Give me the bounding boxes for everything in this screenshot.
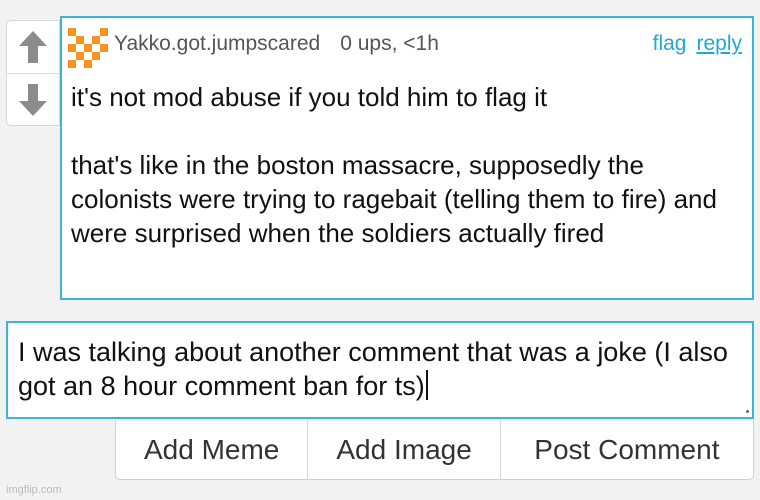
arrow-down-icon	[19, 84, 47, 116]
username-link[interactable]: Yakko.got.jumpscared	[114, 32, 320, 56]
comment: Yakko.got.jumpscared 0 ups, <1h flag rep…	[60, 16, 754, 300]
add-meme-button[interactable]: Add Meme	[116, 420, 309, 479]
flag-link[interactable]: flag	[653, 32, 687, 56]
comment-meta: Yakko.got.jumpscared 0 ups, <1h	[114, 32, 439, 62]
comment-stats: 0 ups, <1h	[340, 32, 439, 55]
user-avatar[interactable]	[68, 28, 108, 68]
reply-link[interactable]: reply	[696, 32, 742, 56]
comment-body: it's not mod abuse if you told him to fl…	[71, 82, 717, 248]
vote-box	[6, 20, 60, 126]
comment-actions: flag reply	[653, 32, 742, 56]
post-comment-button[interactable]: Post Comment	[501, 420, 753, 479]
upvote-button[interactable]	[7, 21, 59, 73]
arrow-up-icon	[19, 31, 47, 63]
reply-button-row: Add Meme Add Image Post Comment	[115, 420, 754, 480]
reply-text: I was talking about another comment that…	[18, 335, 738, 403]
resize-handle[interactable]	[746, 410, 749, 413]
watermark: imgflip.com	[6, 484, 62, 496]
add-image-button[interactable]: Add Image	[308, 420, 501, 479]
downvote-button[interactable]	[7, 74, 59, 126]
text-cursor	[425, 370, 428, 400]
reply-text-value: I was talking about another comment that…	[18, 337, 736, 401]
reply-textarea[interactable]: I was talking about another comment that…	[6, 321, 754, 419]
